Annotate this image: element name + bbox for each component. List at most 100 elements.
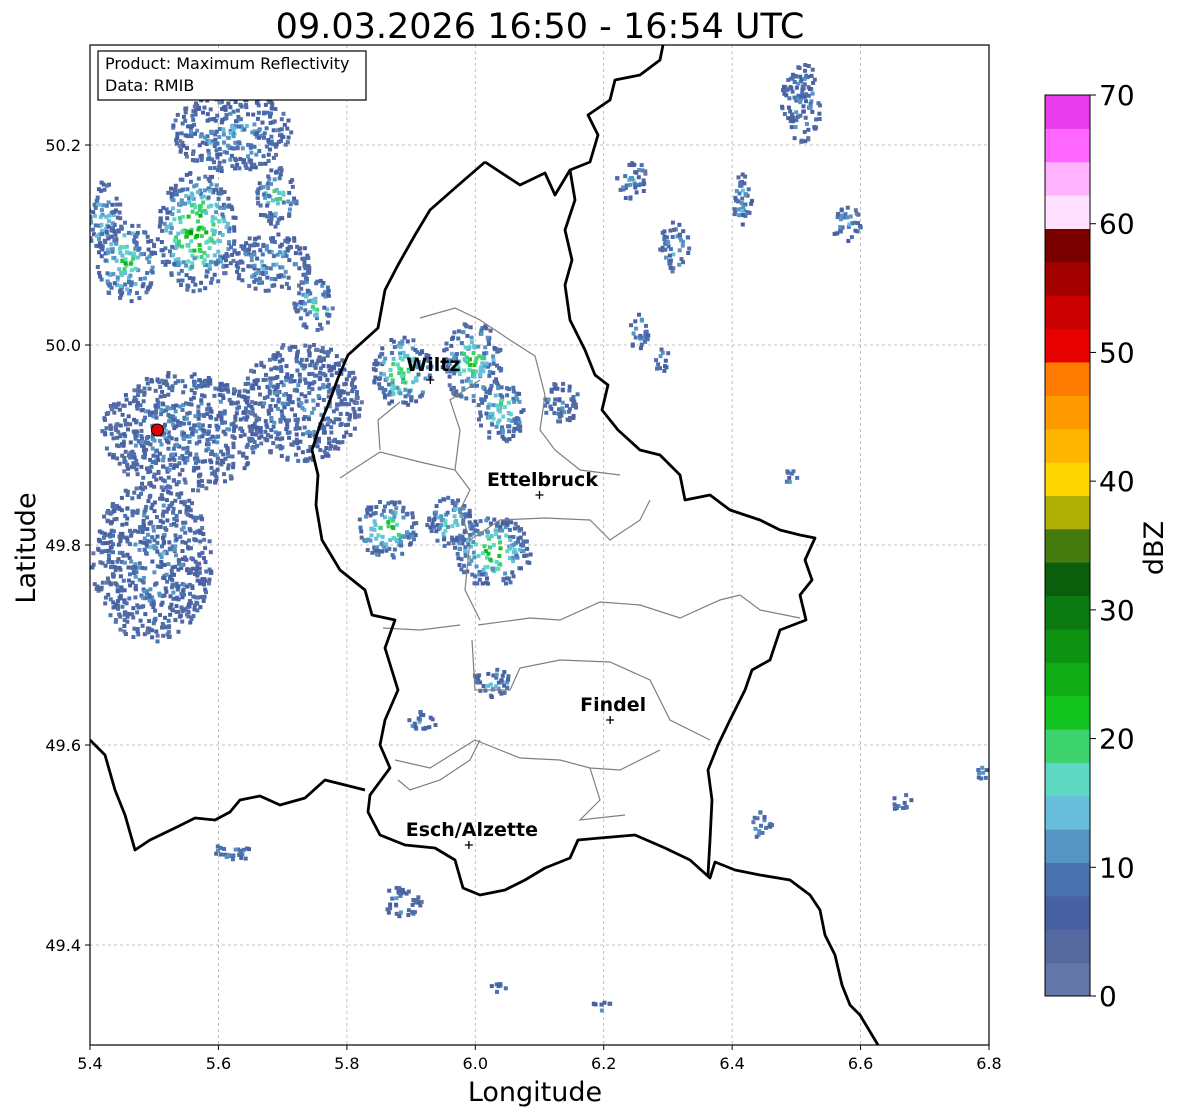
echo-pixel: [151, 453, 156, 458]
echo-pixel: [508, 580, 513, 585]
echo-pixel: [984, 768, 989, 773]
echo-pixel: [105, 580, 109, 585]
echo-pixel: [485, 564, 490, 569]
echo-pixel: [429, 529, 434, 533]
echo-pixel: [170, 582, 175, 587]
echo-pixel: [477, 417, 481, 422]
echo-pixel: [184, 273, 189, 278]
echo-pixel: [247, 247, 252, 252]
echo-pixel: [174, 537, 179, 541]
echo-pixel: [339, 422, 344, 426]
echo-pixel: [219, 449, 224, 454]
echo-pixel: [150, 410, 155, 415]
echo-pixel: [286, 199, 291, 204]
echo-pixel: [178, 613, 183, 618]
echo-pixel: [297, 291, 302, 296]
echo-pixel: [173, 188, 177, 192]
echo-pixel: [136, 384, 141, 389]
echo-pixel: [207, 140, 212, 145]
x-tick-label: 6.4: [719, 1054, 744, 1073]
echo-pixel: [212, 272, 217, 277]
echo-pixel: [203, 560, 208, 565]
echo-pixel: [386, 524, 391, 529]
echo-pixel: [215, 152, 220, 157]
echo-pixel: [123, 271, 128, 276]
echo-pixel: [280, 216, 285, 221]
echo-pixel: [200, 393, 205, 398]
echo-pixel: [122, 610, 127, 615]
echo-pixel: [279, 117, 284, 122]
echo-pixel: [253, 286, 258, 291]
echo-pixel: [209, 569, 214, 574]
echo-pixel: [110, 560, 115, 565]
echo-pixel: [518, 428, 523, 433]
echo-pixel: [81, 224, 85, 228]
echo-pixel: [250, 407, 255, 412]
echo-pixel: [250, 446, 255, 450]
echo-pixel: [224, 150, 229, 155]
echo-pixel: [114, 202, 119, 207]
echo-pixel: [123, 261, 128, 266]
echo-pixel: [787, 479, 792, 484]
echo-pixel: [395, 539, 399, 544]
echo-pixel: [100, 231, 105, 236]
echo-pixel: [639, 335, 644, 340]
echo-pixel: [511, 550, 516, 555]
echo-pixel: [263, 429, 268, 434]
echo-pixel: [145, 630, 150, 635]
echo-pixel: [413, 900, 418, 905]
echo-pixel: [139, 464, 144, 469]
echo-pixel: [118, 202, 123, 207]
echo-pixel: [491, 543, 496, 548]
echo-pixel: [894, 804, 899, 809]
echo-pixel: [173, 409, 178, 414]
echo-pixel: [258, 161, 262, 166]
echo-pixel: [200, 577, 205, 582]
echo-pixel: [629, 323, 633, 328]
echo-pixel: [206, 402, 211, 407]
echo-pixel: [135, 291, 139, 295]
echo-pixel: [160, 600, 165, 605]
echo-pixel: [162, 593, 167, 598]
echo-pixel: [200, 483, 205, 488]
echo-pixel: [263, 377, 268, 382]
echo-pixel: [446, 525, 450, 529]
x-tick-label: 5.8: [334, 1054, 359, 1073]
echo-pixel: [282, 392, 287, 397]
echo-pixel: [171, 252, 176, 257]
echo-pixel: [304, 325, 309, 330]
echo-pixel: [303, 394, 308, 399]
echo-pixel: [294, 432, 299, 437]
echo-pixel: [496, 407, 501, 412]
echo-pixel: [567, 388, 572, 393]
echo-pixel: [511, 574, 516, 579]
echo-pixel: [110, 221, 115, 226]
echo-pixel: [400, 357, 405, 362]
echo-pixel: [414, 399, 419, 404]
echo-pixel: [275, 444, 280, 449]
echo-pixel: [261, 154, 266, 159]
echo-pixel: [281, 111, 286, 116]
echo-pixel: [265, 394, 270, 399]
echo-pixel: [158, 385, 163, 389]
echo-pixel: [480, 361, 485, 366]
echo-pixel: [450, 499, 455, 504]
colorbar-segment: [1045, 228, 1090, 263]
echo-pixel: [352, 426, 357, 431]
echo-pixel: [442, 543, 447, 548]
echo-pixel: [217, 164, 222, 169]
echo-pixel: [285, 430, 290, 435]
echo-pixel: [294, 423, 299, 428]
echo-pixel: [786, 105, 791, 110]
echo-pixel: [397, 500, 402, 505]
echo-pixel: [282, 122, 287, 127]
echo-pixel: [121, 553, 126, 558]
echo-pixel: [311, 300, 316, 305]
echo-pixel: [141, 580, 146, 585]
echo-pixel: [265, 214, 270, 219]
echo-pixel: [501, 414, 506, 419]
echo-pixel: [340, 440, 345, 445]
echo-pixel: [128, 528, 132, 533]
echo-pixel: [654, 358, 658, 363]
echo-pixel: [112, 504, 116, 509]
